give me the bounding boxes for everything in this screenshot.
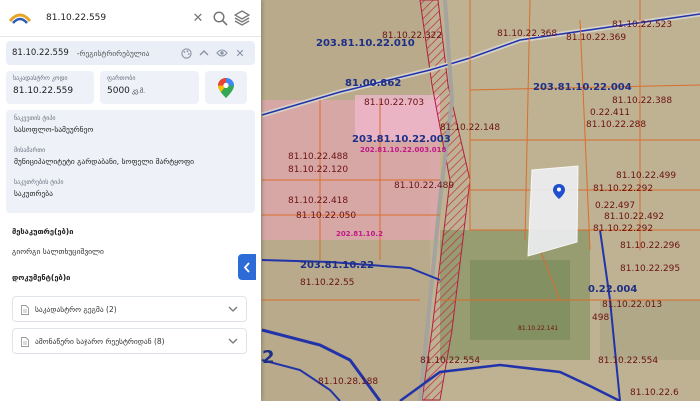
cadastral-code-box: საკადასტრო კოდი 81.10.22.559 [6, 71, 94, 104]
map-label: 81.10.22.492 [604, 212, 664, 222]
layers-icon[interactable] [231, 7, 253, 29]
land-type-label: ნაკვეთის ტიპი [14, 115, 56, 122]
address-value: მუნიციპალიტეტი გარდაბანი, სოფელი მარტყოფ… [14, 157, 195, 166]
map-label: 81.10.22.141 [518, 325, 558, 332]
area-box: ფართობი 5000 კვ.მ. [100, 71, 199, 104]
clear-icon[interactable]: ✕ [187, 7, 209, 29]
map-label: 81.10.22.6 [630, 388, 679, 398]
parcel-info: ნაკვეთის ტიპი სასოფლო-სამეურნეო მისამართ… [6, 110, 255, 213]
parcel-header: 81.10.22.559 -რეგისტრირებულია ✕ [6, 41, 255, 65]
chevron-left-icon [243, 261, 250, 273]
map-label: 81.10.22.292 [593, 224, 653, 234]
owners-title: მესაკუთრე(ებ)ი [12, 227, 74, 236]
chevron-down-icon [228, 304, 238, 315]
map-label: 81.10.22.148 [440, 123, 500, 133]
google-maps-button[interactable] [205, 71, 247, 104]
parcel-code: 81.10.22.559 [12, 48, 69, 58]
search-bar: 81.10.22.559 ✕ [0, 0, 261, 37]
map-label: 81.10.22.489 [394, 181, 454, 191]
owner-name: გიორგი სალთხუციშვილი [12, 247, 104, 256]
map-label: 81.10.22.050 [296, 211, 356, 221]
collapse-panel-button[interactable] [238, 254, 256, 280]
map-label: 203.81.10.22.004 [533, 82, 632, 93]
cadastral-code-label: საკადასტრო კოდი [13, 75, 68, 82]
area-value: 5000 [107, 86, 130, 96]
map-label: 81.10.22.554 [420, 356, 480, 366]
map-label: 81.00.862 [345, 78, 401, 89]
cadastral-code-value: 81.10.22.559 [13, 86, 74, 96]
documents-title: დოკუმენტ(ებ)ი [12, 273, 71, 282]
ownership-value: საკუთრება [14, 189, 53, 198]
map-label: 81.10.22.418 [288, 196, 348, 206]
app-logo[interactable] [8, 6, 32, 30]
map-label: 81.10.22.292 [593, 184, 653, 194]
palette-icon[interactable] [177, 44, 195, 62]
side-panel: 81.10.22.559 ✕ 81.10.22.559 -რეგისტრირებ… [0, 0, 261, 401]
map-label: 81.10.22.322 [382, 31, 442, 41]
map-label: 81.10.22.388 [612, 96, 672, 106]
map-label: 0.22.004 [588, 284, 637, 295]
document-item[interactable]: საკადასტრო გეგმა (2) [12, 296, 247, 322]
map-label: 81.10.22.55 [300, 278, 354, 288]
map-label: 202.81.10.2 [336, 230, 383, 238]
map-label: 81.10.22.488 [288, 152, 348, 162]
search-icon[interactable] [209, 7, 231, 29]
map-label: 202.81.10.22.003.018 [360, 146, 446, 154]
chevron-up-icon[interactable] [195, 44, 213, 62]
area-label: ფართობი [107, 75, 136, 82]
land-type-value: სასოფლო-სამეურნეო [14, 125, 94, 134]
map-label: 498 [592, 313, 609, 323]
map-label: 0.22.411 [590, 108, 630, 118]
document-icon [21, 300, 29, 319]
map-label: 81.10.22.523 [612, 20, 672, 30]
map-label: 81.10.22.499 [616, 171, 676, 181]
address-label: მისამართი [14, 147, 46, 154]
google-maps-icon [218, 77, 234, 98]
map-label: 81.10.22.288 [586, 120, 646, 130]
document-item[interactable]: ამონაწერი საჯარო რეესტრიდან (8) [12, 328, 247, 354]
parcel-fields: საკადასტრო კოდი 81.10.22.559 ფართობი 500… [6, 71, 255, 104]
document-icon [21, 332, 29, 351]
chevron-down-icon [228, 336, 238, 347]
map-label: 0.22.497 [595, 201, 635, 211]
map-label: 81.10.22.554 [598, 356, 658, 366]
map-label: 81.10.22.296 [620, 241, 680, 251]
document-label: საკადასტრო გეგმა (2) [35, 304, 117, 314]
map-label: 81.10.22.013 [602, 300, 662, 310]
search-input[interactable]: 81.10.22.559 [46, 13, 187, 23]
map-label: 81.10.22.368 [497, 29, 557, 39]
map-label: 81.10.22.295 [620, 264, 680, 274]
map-label: 203.81.10.22.003 [352, 134, 451, 145]
map-label: 81.10.22.369 [566, 33, 626, 43]
map-label: 203.81.10.22 [300, 260, 374, 271]
eye-icon[interactable] [213, 44, 231, 62]
map-label: 2 [262, 347, 275, 368]
map-label: 81.10.22.703 [364, 98, 424, 108]
map-label: 81.10.28.188 [318, 377, 378, 387]
document-label: ამონაწერი საჯარო რეესტრიდან (8) [35, 336, 165, 346]
ownership-label: საკუთრების ტიპი [14, 179, 64, 186]
map-label: 81.10.22.120 [288, 165, 348, 175]
area-unit: კვ.მ. [131, 88, 145, 95]
registration-status: -რეგისტრირებულია [76, 48, 150, 58]
close-icon[interactable]: ✕ [231, 44, 249, 62]
